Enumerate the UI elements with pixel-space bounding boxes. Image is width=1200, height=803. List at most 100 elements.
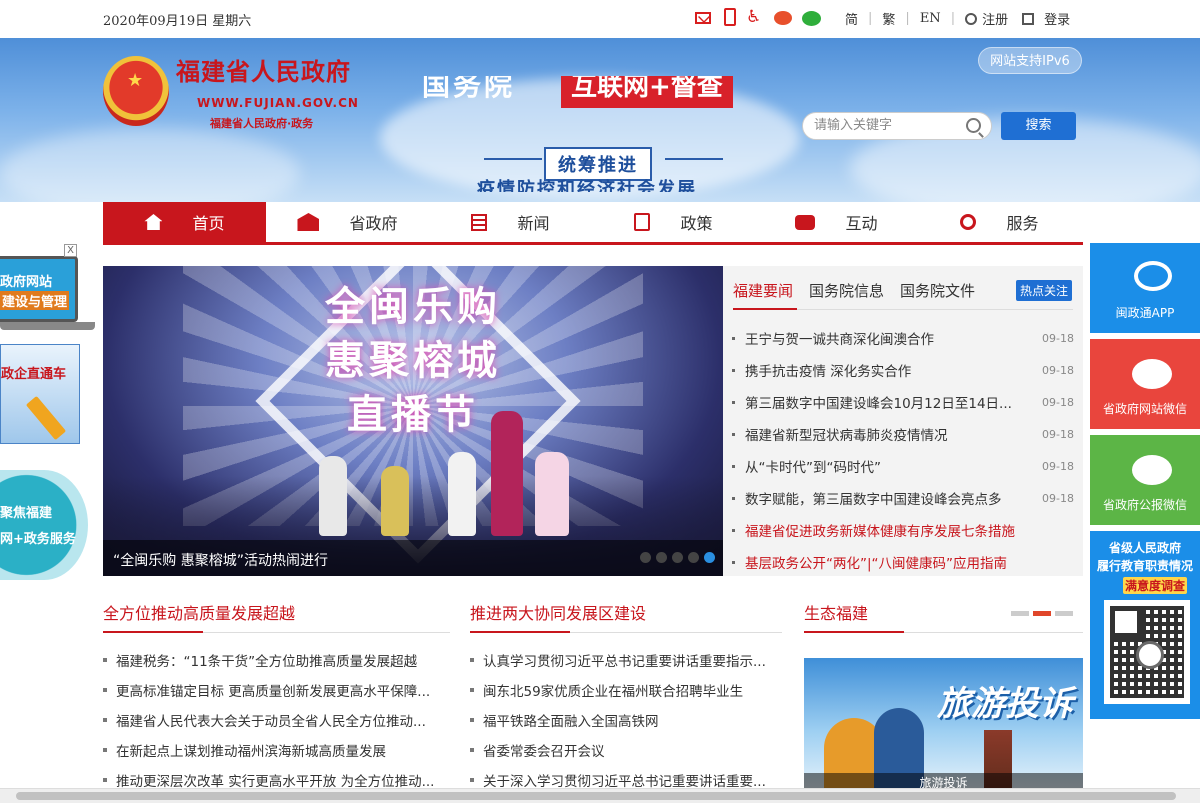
list-item[interactable]: 更高标准锚定目标 更高质量创新发展更高水平保障... — [103, 675, 450, 705]
carousel-dot[interactable] — [656, 552, 667, 563]
list-item-title[interactable]: 推动更深层次改革 实行更高水平开放 为全方位推动... — [116, 770, 434, 790]
nav-label: 首页 — [192, 214, 225, 233]
news-title[interactable]: 从“卡时代”到“码时代” — [745, 456, 1036, 476]
news-item[interactable]: 基层政务公开“两化”|“八闽健康码”应用指南 — [732, 546, 1074, 578]
section-title[interactable]: 全方位推动高质量发展超越 — [103, 600, 450, 633]
document-icon — [634, 213, 651, 231]
tab-state-council-info[interactable]: 国务院信息 — [809, 280, 884, 301]
pager-bar[interactable] — [1011, 611, 1029, 616]
share-icons: ♿ — [695, 8, 821, 26]
carousel-dot[interactable] — [640, 552, 651, 563]
news-title[interactable]: 第三届数字中国建设峰会10月12日至14日... — [745, 392, 1036, 412]
news-item[interactable]: 福建省促进政务新媒体健康有序发展七条措施 — [732, 514, 1074, 546]
carousel-dot[interactable] — [672, 552, 683, 563]
bullet — [470, 748, 474, 752]
news-item[interactable]: 福建省新型冠状病毒肺炎疫情情况 09-18 — [732, 418, 1074, 450]
gazette-wechat-link[interactable]: 省政府公报微信 — [1090, 435, 1200, 525]
list-item-title[interactable]: 关于深入学习贯彻习近平总书记重要讲话重要... — [483, 770, 766, 790]
lang-simplified-link[interactable]: 简 — [845, 9, 858, 28]
scrollbar-thumb[interactable] — [16, 792, 1176, 800]
news-item[interactable]: 王宁与贺一诚共商深化闽澳合作 09-18 — [732, 322, 1074, 354]
carousel-dot[interactable] — [688, 552, 699, 563]
weibo-icon[interactable] — [774, 11, 792, 25]
nav-item-policy[interactable]: 政策 — [592, 202, 755, 242]
list-item[interactable]: 认真学习贯彻习近平总书记重要讲话重要指示... — [470, 645, 782, 675]
list-item[interactable]: 闽东北59家优质企业在福州联合招聘毕业生 — [470, 675, 782, 705]
tab-state-council-docs[interactable]: 国务院文件 — [900, 280, 975, 301]
nav-item-home[interactable]: 首页 — [103, 202, 266, 242]
pager-bar-active[interactable] — [1033, 611, 1051, 616]
accessibility-icon[interactable]: ♿ — [746, 8, 764, 26]
news-date: 09-18 — [1042, 459, 1074, 473]
website-wechat-link[interactable]: 省政府网站微信 — [1090, 339, 1200, 429]
promo-badge[interactable]: 统筹推进 — [544, 147, 652, 181]
search-icon[interactable] — [966, 118, 981, 133]
news-item[interactable]: 携手抗击疫情 深化务实合作 09-18 — [732, 354, 1074, 386]
news-title[interactable]: 基层政务公开“两化”|“八闽健康码”应用指南 — [745, 552, 1074, 572]
carousel-slide-text: 全闽乐购 — [325, 284, 501, 330]
register-link[interactable]: 注册 — [982, 9, 1008, 28]
section-title[interactable]: 生态福建 — [804, 600, 1083, 633]
nav-item-service[interactable]: 服务 — [918, 202, 1081, 242]
hot-topics-button[interactable]: 热点关注 — [1016, 280, 1073, 301]
pager-bar[interactable] — [1055, 611, 1073, 616]
list-item[interactable]: 福平铁路全面融入全国高铁网 — [470, 705, 782, 735]
search-input[interactable]: 请输入关键字 — [802, 112, 992, 140]
news-title[interactable]: 王宁与贺一诚共商深化闽澳合作 — [745, 328, 1036, 348]
carousel-caption-bar: “全闽乐购 惠聚榕城”活动热闹进行 — [103, 540, 723, 576]
news-item[interactable]: 数字赋能，第三届数字中国建设峰会亮点多 09-18 — [732, 482, 1074, 514]
news-item[interactable]: 从“卡时代”到“码时代” 09-18 — [732, 450, 1074, 482]
bullet — [103, 658, 107, 662]
section-title[interactable]: 推进两大协同发展区建设 — [470, 600, 782, 633]
site-domain: WWW.FUJIAN.GOV.CN — [197, 96, 359, 110]
horizontal-scrollbar[interactable] — [0, 788, 1200, 803]
list-item-title[interactable]: 省委常委会召开会议 — [483, 740, 605, 760]
phone-icon[interactable] — [724, 8, 736, 26]
laptop-base-decoration — [0, 322, 95, 330]
news-title[interactable]: 福建省新型冠状病毒肺炎疫情情况 — [745, 424, 1036, 444]
ipv6-badge[interactable]: 网站支持IPv6 — [978, 47, 1082, 74]
lang-traditional-link[interactable]: 繁 — [882, 9, 895, 28]
tourism-complaint-banner[interactable]: 旅游投诉 旅游投诉 — [804, 658, 1083, 793]
news-title[interactable]: 福建省促进政务新媒体健康有序发展七条措施 — [745, 520, 1074, 540]
news-title[interactable]: 数字赋能，第三届数字中国建设峰会亮点多 — [745, 488, 1036, 508]
gov-enterprise-express-ad[interactable]: 政企直通车 — [0, 344, 80, 444]
search-button[interactable]: 搜索 — [1001, 112, 1076, 140]
list-item[interactable]: 省委常委会召开会议 — [470, 735, 782, 765]
internet-gov-service-ad[interactable]: 聚焦福建 网+政务服务 — [0, 470, 88, 580]
mzt-app-link[interactable]: 闽政通APP — [1090, 243, 1200, 333]
list-item[interactable]: 在新起点上谋划推动福州滨海新城高质量发展 — [103, 735, 450, 765]
gov-website-management-ad[interactable]: 政府网站 建设与管理 — [0, 256, 78, 322]
list-item-title[interactable]: 福建省人民代表大会关于动员全省人民全方位推动... — [116, 710, 426, 730]
carousel-caption[interactable]: “全闽乐购 惠聚榕城”活动热闹进行 — [113, 550, 328, 570]
news-date: 09-18 — [1042, 491, 1074, 505]
list-item-title[interactable]: 更高标准锚定目标 更高质量创新发展更高水平保障... — [116, 680, 430, 700]
news-item[interactable]: 第三届数字中国建设峰会10月12日至14日... 09-18 — [732, 386, 1074, 418]
banner-title: 旅游投诉 — [937, 684, 1073, 724]
national-emblem-logo[interactable] — [103, 56, 169, 126]
wechat-icon[interactable] — [802, 11, 821, 26]
education-survey-link[interactable]: 省级人民政府 履行教育职责情况 满意度调查 — [1090, 531, 1200, 719]
list-item-title[interactable]: 认真学习贯彻习近平总书记重要讲话重要指示... — [483, 650, 766, 670]
mail-icon[interactable] — [695, 12, 711, 24]
site-title[interactable]: 福建省人民政府 — [176, 52, 351, 87]
nav-item-news[interactable]: 新闻 — [429, 202, 592, 242]
list-item-title[interactable]: 在新起点上谋划推动福州滨海新城高质量发展 — [116, 740, 386, 760]
list-item-title[interactable]: 福建税务：“11条干货”全方位助推高质量发展超越 — [116, 650, 417, 670]
list-item[interactable]: 福建税务：“11条干货”全方位助推高质量发展超越 — [103, 645, 450, 675]
list-item[interactable]: 福建省人民代表大会关于动员全省人民全方位推动... — [103, 705, 450, 735]
nav-item-government[interactable]: 省政府 — [266, 202, 429, 242]
bullet — [470, 658, 474, 662]
lang-english-link[interactable]: EN — [920, 11, 941, 26]
headline-carousel[interactable]: 全闽乐购 惠聚榕城 直播节 “全闽乐购 惠聚榕城”活动热闹进行 — [103, 266, 723, 576]
wechat-icon — [1132, 359, 1172, 389]
link-label: 省政府网站微信 — [1102, 402, 1187, 416]
login-link[interactable]: 登录 — [1044, 9, 1070, 28]
close-icon[interactable]: X — [64, 244, 77, 257]
list-item-title[interactable]: 福平铁路全面融入全国高铁网 — [483, 710, 659, 730]
carousel-dot-active[interactable] — [704, 552, 715, 563]
nav-item-interaction[interactable]: 互动 — [755, 202, 918, 242]
list-item-title[interactable]: 闽东北59家优质企业在福州联合招聘毕业生 — [483, 680, 743, 700]
tab-fujian-news[interactable]: 福建要闻 — [733, 280, 793, 301]
news-title[interactable]: 携手抗击疫情 深化务实合作 — [745, 360, 1036, 380]
